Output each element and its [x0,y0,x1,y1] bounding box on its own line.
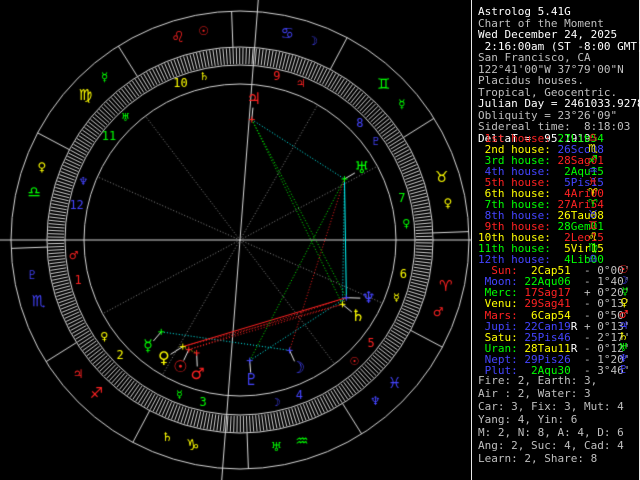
stat-line: Air : 2, Water: 3 [478,387,591,400]
stat-line: M: 2, N: 8, A: 4, D: 6 [478,426,624,439]
chart-wheel [0,0,471,480]
panel-divider [471,0,472,480]
header-line: Placidus houses. [478,74,584,87]
sign-glyph-icon: ♎ [587,252,598,265]
house-cusp-list: 1st house: 27Lib54 ♎ 2nd house: 26Sco08 ♏ … [478,132,604,265]
header-line: Julian Day = 2461033.9278 [478,97,640,110]
chart-header: Astrolog 5.41G Chart of the Moment Wed Dec… [478,6,640,144]
planet-glyph-icon: ♀ [620,296,629,310]
stat-line: Learn: 2, Share: 8 [478,452,598,465]
stat-line: Fire: 2, Earth: 3, [478,374,598,387]
planet-position-list: Sun: 2Cap51 - 0°00' ☉ Moon: 22Aqu06 - 1°4… [478,264,631,377]
stat-line: Yang: 4, Yin: 6 [478,413,578,426]
header-line: Sidereal time: 8:18:03 [478,120,631,133]
astrolog-window: Astrolog 5.41G Chart of the Moment Wed Dec… [0,0,640,480]
chart-statistics: Fire: 2, Earth: 3, Air : 2, Water: 3 Car: … [478,374,624,465]
header-line: Wed December 24, 2025 [478,28,618,41]
info-panel: Astrolog 5.41G Chart of the Moment Wed Dec… [478,0,640,480]
stat-line: Car: 3, Fix: 3, Mut: 4 [478,400,624,413]
header-line: Astrolog 5.41G [478,5,571,18]
stat-line: Ang: 2, Suc: 4, Cad: 4 [478,439,624,452]
header-line: San Francisco, CA [478,51,591,64]
